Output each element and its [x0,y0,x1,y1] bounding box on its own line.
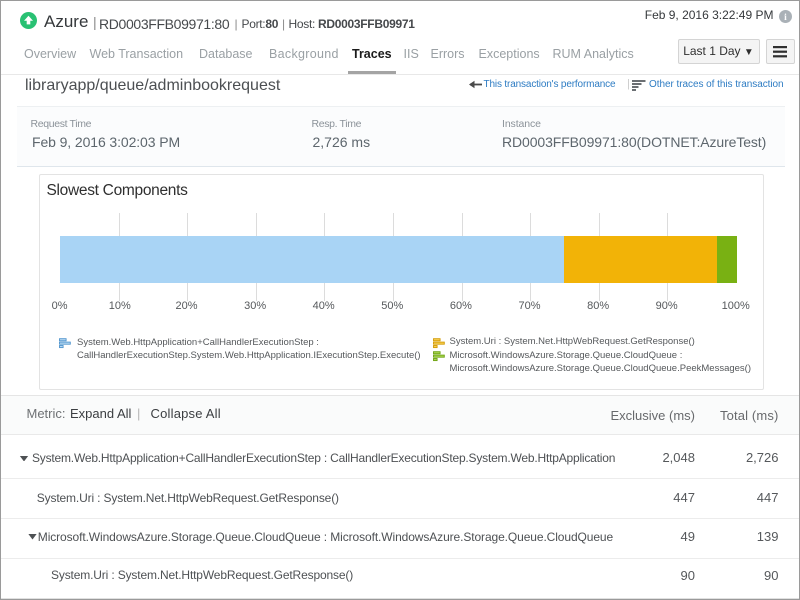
svg-text:i: i [784,13,787,23]
